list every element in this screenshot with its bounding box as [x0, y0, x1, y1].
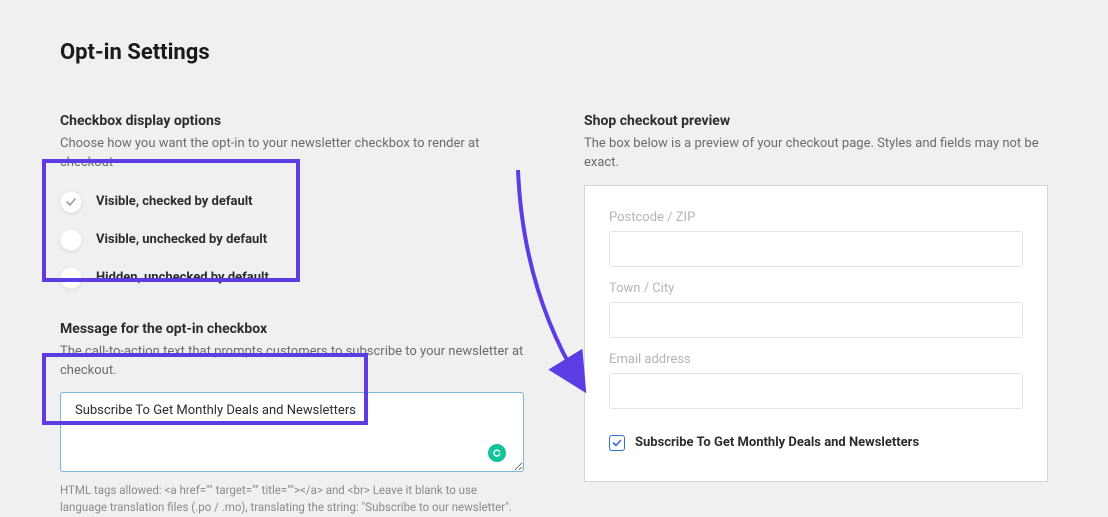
preview-input-town — [609, 302, 1023, 338]
preview-field-label: Email address — [609, 352, 1023, 367]
optin-message-textarea[interactable] — [60, 392, 524, 472]
display-options-title: Checkbox display options — [60, 113, 524, 129]
preview-subtitle: The box below is a preview of your check… — [584, 135, 1048, 173]
radio-label: Hidden, unchecked by default — [96, 270, 269, 285]
display-options-radio-group: Visible, checked by default Visible, unc… — [60, 185, 524, 299]
display-options-section: Checkbox display options Choose how you … — [60, 113, 524, 299]
preview-field-label: Postcode / ZIP — [609, 210, 1023, 225]
page-title: Opt-in Settings — [60, 40, 1048, 65]
checkout-preview-box: Postcode / ZIP Town / City Email address… — [584, 185, 1048, 482]
preview-optin-checkbox — [609, 435, 625, 451]
radio-circle-icon — [60, 229, 82, 251]
radio-label: Visible, unchecked by default — [96, 232, 267, 247]
preview-title: Shop checkout preview — [584, 113, 1048, 129]
display-options-subtitle: Choose how you want the opt-in to your n… — [60, 135, 524, 173]
preview-field-label: Town / City — [609, 281, 1023, 296]
radio-label: Visible, checked by default — [96, 194, 253, 209]
preview-input-email — [609, 373, 1023, 409]
radio-visible-unchecked[interactable]: Visible, unchecked by default — [60, 229, 524, 251]
radio-visible-checked[interactable]: Visible, checked by default — [60, 191, 524, 213]
message-section: Message for the opt-in checkbox The call… — [60, 321, 524, 516]
message-helper-text: HTML tags allowed: <a href="" target="" … — [60, 482, 524, 515]
radio-circle-icon — [60, 191, 82, 213]
message-title: Message for the opt-in checkbox — [60, 321, 524, 337]
radio-circle-icon — [60, 267, 82, 289]
radio-hidden-unchecked[interactable]: Hidden, unchecked by default — [60, 267, 524, 289]
preview-optin-label: Subscribe To Get Monthly Deals and Newsl… — [635, 435, 919, 450]
preview-input-postcode — [609, 231, 1023, 267]
message-subtitle: The call-to-action text that prompts cus… — [60, 343, 524, 381]
